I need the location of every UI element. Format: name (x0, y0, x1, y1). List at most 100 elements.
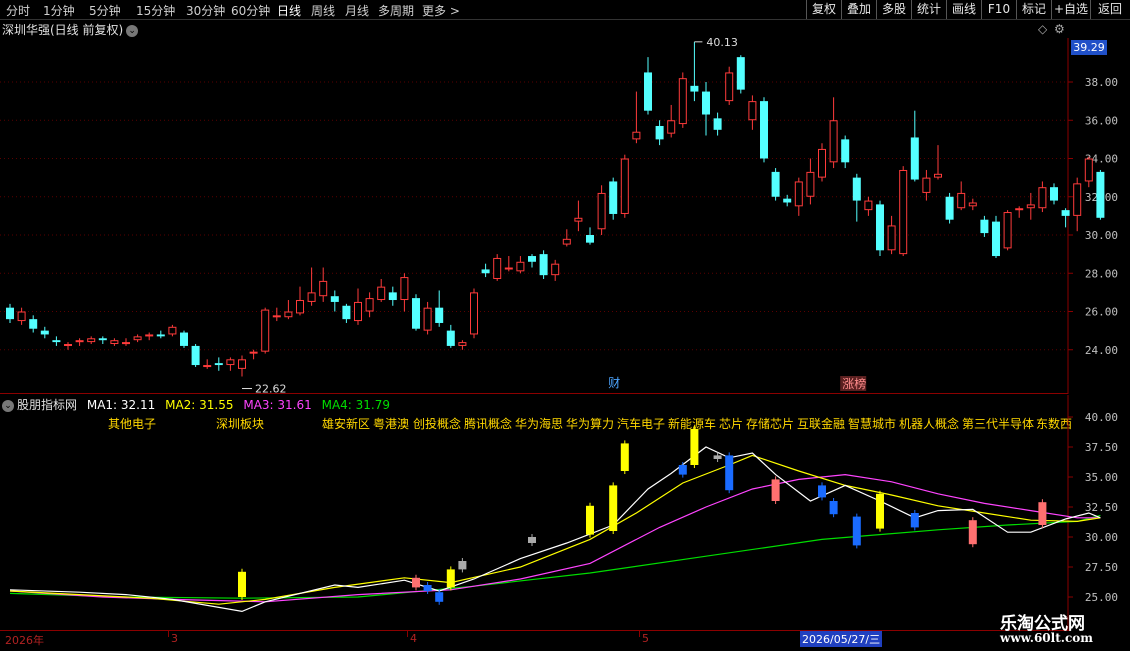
multi-stock-button[interactable]: 多股 (876, 0, 911, 19)
candle-body (365, 298, 374, 312)
signal-bar (690, 429, 699, 465)
candle-body (632, 131, 641, 140)
candle-body (528, 256, 536, 262)
candle-body (818, 148, 826, 178)
watermark-url: www.60lt.com (1000, 631, 1093, 645)
date-tick (407, 631, 408, 637)
tf-fenshi[interactable]: 分时 (6, 2, 30, 19)
signal-bar (586, 505, 594, 535)
candle-body (98, 338, 107, 341)
tf-monthly[interactable]: 月线 (345, 2, 369, 19)
date-tick (168, 631, 169, 637)
candle-body (702, 91, 710, 115)
candle-body (620, 158, 629, 214)
candle-body (1096, 171, 1105, 218)
signal-bar (458, 561, 467, 570)
candle-body (133, 336, 142, 341)
signal-bar (725, 455, 734, 491)
mark-button[interactable]: 标记 (1016, 0, 1051, 19)
candle-body (980, 219, 989, 234)
candle-body (586, 235, 594, 243)
candle-body (122, 342, 130, 345)
candle-body (794, 181, 803, 207)
statistics-button[interactable]: 统计 (911, 0, 946, 19)
tf-1min[interactable]: 1分钟 (43, 2, 75, 19)
price-axis-label: 24.00 (1085, 344, 1118, 357)
ma1-line (9, 446, 1101, 613)
candle-body (957, 192, 966, 209)
signal-bar (528, 537, 536, 543)
candlestick-chart[interactable]: 38.0036.0034.0032.0030.0028.0026.0024.00… (0, 38, 1130, 394)
candle-body (1038, 187, 1047, 209)
tf-daily[interactable]: 日线 (277, 2, 301, 19)
candle-body (574, 217, 583, 222)
candle-body (412, 298, 420, 329)
candle-body (864, 200, 873, 211)
tf-30min[interactable]: 30分钟 (186, 2, 225, 19)
draw-line-button[interactable]: 画线 (946, 0, 981, 19)
signal-bar (876, 493, 884, 529)
add-watchlist-button[interactable]: +自选 (1051, 0, 1090, 19)
candle-body (203, 365, 212, 368)
price-axis-label: 38.00 (1085, 76, 1118, 89)
candle-body (342, 305, 351, 320)
signal-bar (818, 485, 826, 498)
signal-bar (852, 516, 861, 546)
candle-body (1003, 212, 1012, 249)
diamond-icon[interactable]: ◇ (1038, 22, 1047, 36)
indicator-axis-label: 32.50 (1085, 501, 1118, 514)
f10-button[interactable]: F10 (981, 0, 1016, 19)
adjust-button[interactable]: 复权 (806, 0, 841, 19)
tf-more[interactable]: 更多 > (422, 2, 460, 19)
overlay-button[interactable]: 叠加 (841, 0, 876, 19)
candle-body (910, 137, 919, 180)
tf-15min[interactable]: 15分钟 (136, 2, 175, 19)
chevron-down-icon[interactable]: ⌄ (126, 24, 139, 37)
signal-bar (446, 569, 455, 588)
candle-body (319, 280, 328, 297)
signal-bar (412, 577, 420, 588)
candle-body (887, 225, 896, 251)
candle-body (156, 334, 165, 337)
tf-60min[interactable]: 60分钟 (231, 2, 270, 19)
date-label: 3 (171, 632, 178, 645)
candle-body (435, 307, 444, 323)
signal-bar (435, 592, 444, 602)
candle-body (1050, 187, 1058, 201)
candle-body (145, 334, 154, 337)
candle-body (725, 72, 734, 102)
candle-body (493, 257, 502, 279)
candle-body (307, 292, 316, 302)
indicator-chart[interactable]: 40.00 37.50 35.00 32.50 30.00 27.50 25.00 (0, 395, 1130, 631)
stock-title[interactable]: 深圳华强(日线 前复权) ⌄ (2, 21, 139, 38)
indicator-axis-label: 40.00 (1085, 411, 1118, 424)
signal-bar (423, 585, 432, 591)
date-label: 5 (642, 632, 649, 645)
signal-bar (620, 443, 629, 471)
candle-body (806, 171, 815, 197)
tf-weekly[interactable]: 周线 (311, 2, 335, 19)
tf-5min[interactable]: 5分钟 (89, 2, 121, 19)
candle-body (400, 277, 409, 301)
signal-bar (238, 571, 246, 597)
candle-body (562, 238, 571, 245)
candle-body (87, 338, 96, 343)
settings-icon[interactable]: ⚙ (1054, 22, 1065, 36)
candle-body (841, 139, 850, 163)
price-axis-label: 36.00 (1085, 114, 1118, 127)
ma3-line (9, 473, 1101, 603)
tf-multi-period[interactable]: 多周期 (378, 2, 414, 19)
candle-body (713, 118, 722, 130)
candle-body (968, 202, 977, 207)
candle-body (504, 267, 513, 270)
signal-bar (1038, 502, 1047, 525)
back-button[interactable]: 返回 (1090, 0, 1129, 19)
signal-bar (910, 513, 919, 528)
candle-body (261, 309, 270, 352)
price-axis-label: 26.00 (1085, 306, 1118, 319)
stock-title-text: 深圳华强(日线 前复权) (2, 23, 124, 37)
zhangbang-marker: 涨榜 (842, 376, 866, 391)
candle-body (249, 351, 258, 354)
indicator-axis-label: 25.00 (1085, 591, 1118, 604)
signal-bar (968, 520, 977, 545)
